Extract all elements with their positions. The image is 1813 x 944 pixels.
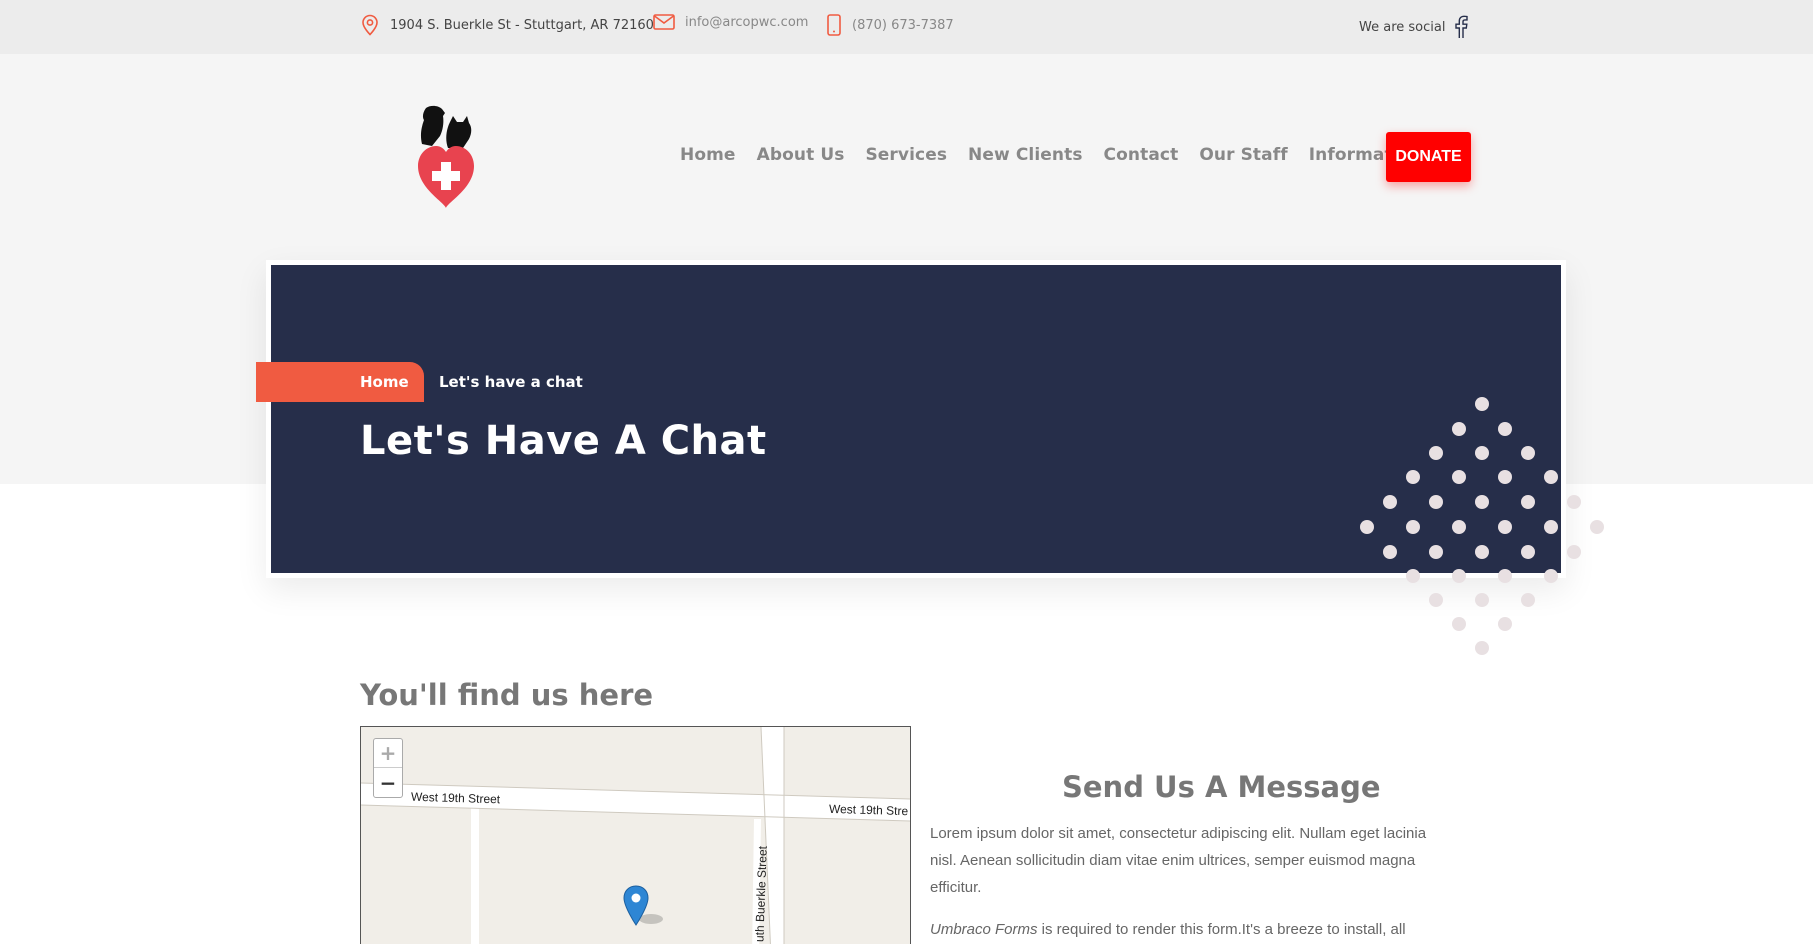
address-text: 1904 S. Buerkle St - Stuttgart, AR 72160 (390, 17, 654, 33)
nav-services[interactable]: Services (865, 145, 947, 165)
donate-button[interactable]: DONATE (1386, 132, 1471, 182)
message-title: Send Us A Message (1062, 770, 1381, 804)
breadcrumb-current: Let's have a chat (439, 373, 583, 391)
facebook-icon[interactable] (1454, 15, 1469, 39)
email-link[interactable]: info@arcopwc.com (653, 14, 808, 30)
street-label-west-19th-right: West 19th Stre (828, 801, 909, 819)
mobile-phone-icon (827, 14, 841, 36)
email-text: info@arcopwc.com (685, 14, 809, 30)
page-title: Let's Have A Chat (360, 418, 767, 464)
map-pin-icon (362, 14, 378, 36)
map-zoom-control: + − (373, 738, 403, 798)
nav-about-us[interactable]: About Us (757, 145, 845, 165)
decorative-dots (1360, 397, 1604, 655)
phone-text: (870) 673-7387 (852, 17, 954, 33)
nav-contact[interactable]: Contact (1104, 145, 1179, 165)
zoom-in-button[interactable]: + (374, 739, 402, 768)
top-bar: 1904 S. Buerkle St - Stuttgart, AR 72160… (0, 0, 1813, 54)
main-nav: Home About Us Services New Clients Conta… (680, 145, 1444, 165)
zoom-out-button[interactable]: − (374, 768, 402, 797)
location-title: You'll find us here (360, 678, 654, 712)
social-links: We are social (1359, 15, 1469, 39)
nav-our-staff[interactable]: Our Staff (1199, 145, 1287, 165)
phone-link[interactable]: (870) 673-7387 (826, 14, 954, 36)
map-marker-icon[interactable] (622, 885, 650, 927)
address-info: 1904 S. Buerkle St - Stuttgart, AR 72160 (360, 14, 654, 36)
breadcrumb-home[interactable]: Home (360, 373, 409, 391)
forms-name: Umbraco Forms (930, 921, 1038, 938)
social-label: We are social (1359, 19, 1446, 35)
envelope-icon (653, 14, 675, 30)
message-description: Lorem ipsum dolor sit amet, consectetur … (930, 825, 1427, 896)
clinic-logo[interactable] (414, 104, 478, 210)
nav-new-clients[interactable]: New Clients (968, 145, 1083, 165)
forms-notice-text: is required to render this form.It's a b… (1037, 921, 1406, 938)
street-label-west-19th: West 19th Street (410, 789, 501, 807)
location-map[interactable]: + − West 19th Street West 19th Stre uth … (360, 726, 911, 944)
nav-home[interactable]: Home (680, 145, 736, 165)
forms-notice: Umbraco Forms is required to render this… (930, 916, 1490, 943)
